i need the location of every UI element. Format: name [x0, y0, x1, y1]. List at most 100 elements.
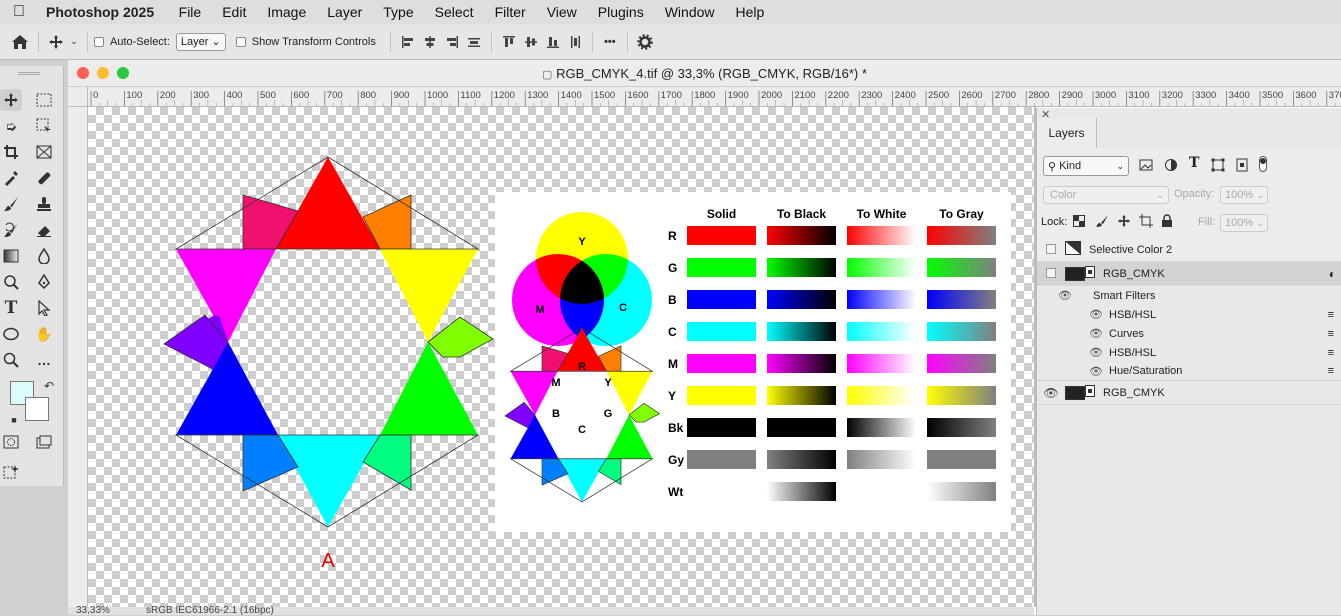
lock-all-icon[interactable] [1161, 214, 1173, 231]
more-tools-icon[interactable]: … [33, 349, 55, 371]
lock-position-icon[interactable] [1117, 214, 1131, 231]
type-filter-icon[interactable]: T [1189, 155, 1199, 171]
adjustment-filter-icon[interactable] [1164, 158, 1178, 175]
chevron-down-icon[interactable]: ⌄ [67, 30, 81, 54]
eye-icon[interactable]: 👁︎ [1037, 365, 1109, 378]
filter-options-icon[interactable]: ≡ [1328, 365, 1334, 377]
quick-mask-icon[interactable] [0, 431, 22, 453]
filter-row[interactable]: 👁︎ Hue/Saturation ≡ [1037, 362, 1341, 381]
menu-window[interactable]: Window [654, 4, 725, 20]
swap-colors-icon[interactable]: ↶ [38, 375, 60, 397]
gradient-tool-button[interactable] [0, 245, 22, 267]
zoom-tool-button[interactable] [0, 349, 22, 371]
ellipse-tool-button[interactable] [0, 323, 22, 345]
menu-image[interactable]: Image [257, 4, 317, 20]
app-menu[interactable]: Photoshop 2025 [38, 4, 168, 20]
menu-filter[interactable]: Filter [484, 4, 536, 20]
document-profile[interactable]: sRGB IEC61966-2.1 (16bpc) [146, 605, 274, 616]
align-left-icon[interactable] [397, 30, 419, 54]
eyedropper-tool-button[interactable] [0, 167, 22, 189]
more-options-button[interactable]: ••• [599, 30, 621, 54]
eye-icon[interactable]: 👁︎ [1037, 327, 1109, 340]
zoom-level[interactable]: 33,33% [76, 605, 110, 616]
pen-tool-button[interactable] [33, 271, 55, 293]
canvas[interactable]: A Y M C R Y G C B M Solid To Black To Wh… [88, 107, 1034, 607]
stamp-tool-button[interactable] [33, 193, 55, 215]
type-tool-button[interactable]: T [0, 297, 22, 319]
menu-edit[interactable]: Edit [212, 4, 257, 20]
align-right-icon[interactable] [441, 30, 463, 54]
move-tool-button[interactable] [0, 89, 22, 111]
hand-tool-button[interactable]: ✋ [33, 323, 55, 345]
filter-options-icon[interactable]: ≡ [1328, 328, 1334, 340]
ruler-origin[interactable] [68, 87, 88, 107]
vertical-ruler[interactable] [68, 107, 88, 615]
lock-pixels-icon[interactable] [1095, 214, 1109, 231]
lock-transparent-icon[interactable] [1073, 215, 1085, 230]
visibility-toggle[interactable] [1037, 267, 1065, 281]
filter-options-icon[interactable]: ≡ [1328, 347, 1334, 359]
opacity-input[interactable]: 100% ⌄ [1220, 186, 1268, 204]
eye-icon[interactable]: 👁︎ [1037, 308, 1109, 321]
menu-plugins[interactable]: Plugins [587, 4, 654, 20]
eraser-tool-button[interactable] [33, 219, 55, 241]
visibility-toggle[interactable] [1037, 243, 1065, 257]
toolbar-grip[interactable] [18, 72, 40, 75]
align-middle-icon[interactable] [520, 30, 542, 54]
filter-row[interactable]: 👁︎ Curves ≡ [1037, 324, 1341, 343]
path-select-tool-button[interactable] [33, 297, 55, 319]
lasso-tool-button[interactable]: ➭ [0, 115, 22, 137]
menu-help[interactable]: Help [725, 4, 775, 20]
healing-brush-tool-button[interactable] [33, 167, 55, 189]
menu-select[interactable]: Select [424, 4, 484, 20]
menu-layer[interactable]: Layer [317, 4, 373, 20]
filter-options-icon[interactable]: ≡ [1328, 309, 1334, 321]
shape-filter-icon[interactable] [1211, 158, 1225, 175]
eye-icon[interactable]: 👁︎ [1037, 346, 1109, 359]
menu-type[interactable]: Type [373, 4, 424, 20]
distribute-vertical-icon[interactable] [564, 30, 586, 54]
blur-tool-button[interactable] [33, 245, 55, 267]
lock-artboard-icon[interactable] [1139, 214, 1153, 231]
marquee-tool-button[interactable] [33, 89, 55, 111]
align-bottom-icon[interactable] [542, 30, 564, 54]
gear-icon[interactable] [634, 30, 656, 54]
eye-icon[interactable]: 👁︎ [1037, 289, 1093, 302]
tab-layers[interactable]: Layers [1037, 118, 1097, 148]
brush-tool-button[interactable] [0, 193, 22, 215]
crop-tool-button[interactable] [0, 141, 22, 163]
move-tool-icon[interactable] [45, 30, 67, 54]
align-center-icon[interactable] [419, 30, 441, 54]
generative-icon[interactable] [0, 461, 22, 483]
default-colors-icon[interactable]: ■ [3, 409, 25, 431]
layer-row-selected[interactable]: RGB_CMYK ◐ [1037, 262, 1341, 286]
layer-row[interactable]: 👁︎ RGB_CMYK [1037, 381, 1341, 405]
smart-filter-badge-icon[interactable]: ◐ [1329, 267, 1336, 281]
fill-input[interactable]: 100% ⌄ [1220, 214, 1268, 232]
menu-file[interactable]: File [168, 4, 212, 20]
apple-menu-icon[interactable]:  [0, 3, 38, 21]
dodge-tool-button[interactable] [0, 271, 22, 293]
object-select-tool-button[interactable] [33, 115, 55, 137]
filter-row[interactable]: 👁︎ HSB/HSL ≡ [1037, 343, 1341, 362]
image-filter-icon[interactable] [1139, 159, 1153, 174]
blend-mode-dropdown[interactable]: Color ⌄ [1043, 186, 1169, 204]
history-brush-tool-button[interactable] [0, 219, 22, 241]
frame-tool-button[interactable] [33, 141, 55, 163]
auto-select-dropdown[interactable]: Layer ⌄ [175, 32, 226, 51]
filter-toggle-switch[interactable] [1259, 156, 1267, 172]
smart-filters-row[interactable]: 👁︎ Smart Filters [1037, 286, 1341, 305]
kind-filter-dropdown[interactable]: ⚲ Kind ⌄ [1043, 156, 1129, 176]
menu-view[interactable]: View [536, 4, 587, 20]
home-icon[interactable] [8, 30, 32, 54]
align-top-icon[interactable] [498, 30, 520, 54]
eye-icon[interactable]: 👁︎ [1037, 386, 1065, 400]
smart-object-filter-icon[interactable] [1235, 158, 1249, 175]
distribute-icon[interactable] [463, 30, 485, 54]
filter-row[interactable]: 👁︎ HSB/HSL ≡ [1037, 305, 1341, 324]
transform-controls-checkbox[interactable] [235, 36, 246, 47]
layer-row[interactable]: Selective Color 2 [1037, 238, 1341, 262]
background-color-swatch[interactable] [25, 397, 49, 421]
horizontal-ruler[interactable]: 0 100 200 300 400 500 600 700 800 900 1000 1100 1200… [88, 87, 1341, 107]
auto-select-checkbox[interactable] [94, 36, 104, 47]
